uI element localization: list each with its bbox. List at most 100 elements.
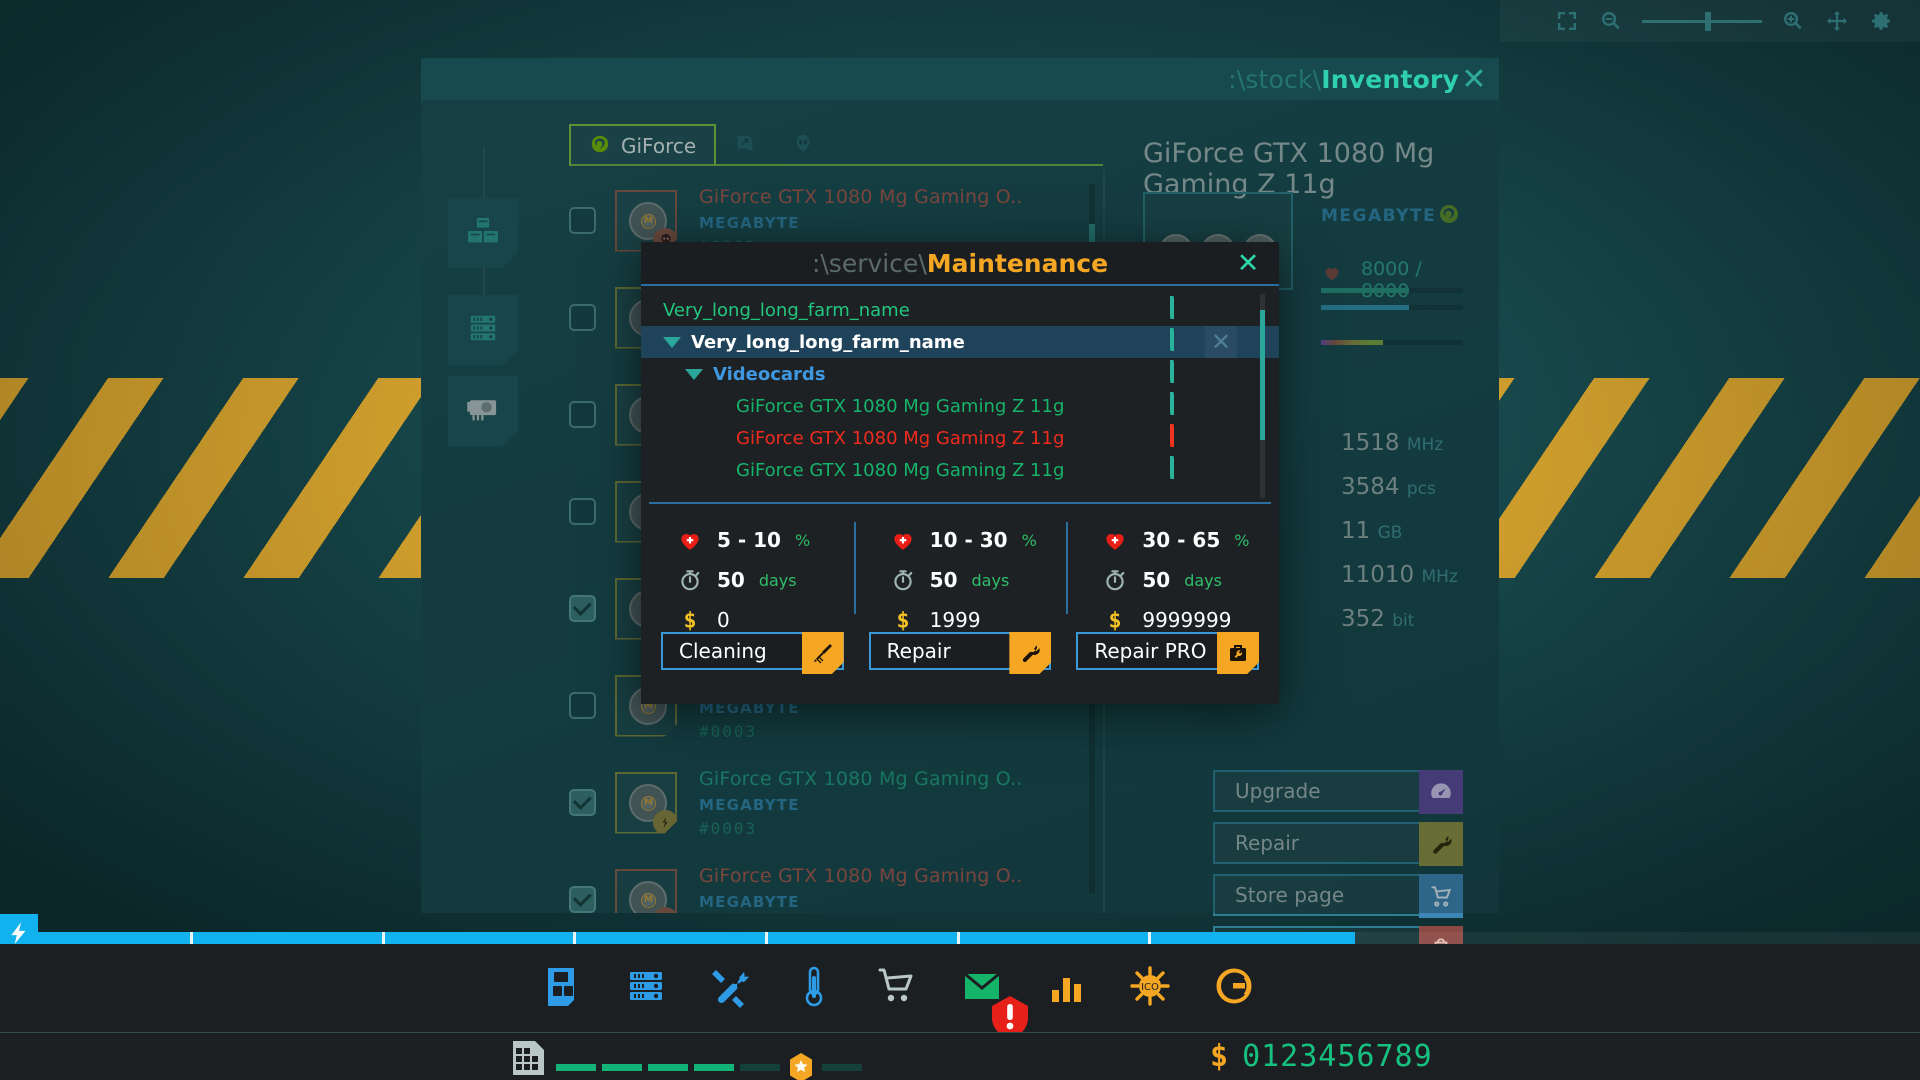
tree-row-checkbox[interactable] bbox=[1170, 426, 1193, 449]
health-restore-value: 30 - 65 bbox=[1142, 528, 1220, 552]
cleaning-button[interactable]: Cleaning bbox=[661, 632, 844, 670]
price-value: 1999 bbox=[930, 608, 981, 632]
maintenance-title-name: Maintenance bbox=[927, 249, 1108, 278]
progress-pip bbox=[694, 1064, 734, 1071]
health-restore-row: 30 - 65 % bbox=[1102, 520, 1279, 560]
zoom-slider-track bbox=[1642, 20, 1762, 23]
repair-button[interactable]: Repair bbox=[869, 632, 1052, 670]
health-restore-unit: % bbox=[1022, 531, 1037, 550]
maintenance-close-button[interactable]: ✕ bbox=[1231, 246, 1265, 280]
dollar-icon: $ bbox=[677, 607, 703, 633]
tree-row-delete-button[interactable]: ✕ bbox=[1205, 326, 1237, 358]
calendar-icon[interactable] bbox=[512, 1040, 546, 1076]
level-progress bbox=[556, 1053, 862, 1080]
tree-row-label: Videocards bbox=[703, 364, 826, 385]
alert-badge-icon bbox=[986, 992, 1008, 1016]
duration-value: 50 bbox=[1142, 568, 1170, 592]
heart-plus-icon bbox=[1102, 527, 1128, 553]
tools-icon bbox=[706, 962, 754, 1014]
energy-bar bbox=[0, 932, 1355, 944]
chevron-down-icon[interactable] bbox=[663, 337, 681, 348]
inventory-titlebar: :\stock\Inventory ✕ bbox=[421, 58, 1499, 100]
progress-pip bbox=[556, 1064, 596, 1071]
status-bar: $ 0123456789 bbox=[0, 1032, 1920, 1080]
taskbar-item-store[interactable] bbox=[856, 944, 940, 1032]
tree-scrollbar[interactable] bbox=[1260, 294, 1265, 498]
tree-row-checkbox[interactable] bbox=[1170, 362, 1193, 385]
price-value: 9999999 bbox=[1142, 608, 1231, 632]
maintenance-tree: Very_long_long_farm_name Very_long_long_… bbox=[641, 286, 1279, 502]
progress-pip bbox=[740, 1064, 780, 1071]
tree-row[interactable]: GiForce GTX 1080 Mg Gaming Z 11g bbox=[641, 422, 1279, 454]
duration-value: 50 bbox=[717, 568, 745, 592]
tree-row-checkbox[interactable] bbox=[1170, 458, 1193, 481]
progress-pip bbox=[822, 1064, 862, 1071]
tree-row[interactable]: Very_long_long_farm_name bbox=[641, 294, 1279, 326]
maintenance-dialog: :\service\Maintenance ✕ Very_long_long_f… bbox=[641, 242, 1279, 704]
tree-row-label: GiForce GTX 1080 Mg Gaming Z 11g bbox=[641, 460, 1064, 481]
inventory-icon bbox=[538, 962, 586, 1014]
heart-plus-icon bbox=[677, 527, 703, 553]
broom-icon bbox=[802, 632, 844, 674]
inventory-title-path: :\stock\ bbox=[1228, 65, 1321, 94]
tree-row-checkbox[interactable] bbox=[1170, 394, 1193, 417]
dollar-icon: $ bbox=[890, 607, 916, 633]
inventory-close-button[interactable]: ✕ bbox=[1457, 63, 1491, 97]
fullscreen-icon[interactable] bbox=[1554, 8, 1580, 34]
health-restore-row: 5 - 10 % bbox=[677, 520, 854, 560]
tree-row-checkbox[interactable] bbox=[1170, 330, 1193, 353]
health-restore-value: 5 - 10 bbox=[717, 528, 781, 552]
tree-scrollbar-thumb[interactable] bbox=[1260, 310, 1265, 440]
currency-symbol: $ bbox=[1210, 1039, 1228, 1074]
option-column-cleaning: 5 - 10 % 50 days $ 0 bbox=[641, 520, 854, 628]
taskbar-item-stats[interactable] bbox=[1024, 944, 1108, 1032]
duration-row: 50 days bbox=[1102, 560, 1279, 600]
taskbar-item-mail[interactable] bbox=[940, 944, 1024, 1032]
settings-icon[interactable] bbox=[1868, 8, 1894, 34]
duration-value: 50 bbox=[930, 568, 958, 592]
tree-row-label: GiForce GTX 1080 Mg Gaming Z 11g bbox=[641, 396, 1064, 417]
maintenance-title: :\service\Maintenance bbox=[812, 249, 1108, 278]
energy-tick bbox=[1148, 932, 1151, 944]
heart-plus-icon bbox=[890, 527, 916, 553]
zoom-slider-knob[interactable] bbox=[1705, 12, 1711, 31]
taskbar: ICO bbox=[0, 944, 1920, 1032]
taskbar-item-inventory[interactable] bbox=[520, 944, 604, 1032]
energy-tick bbox=[957, 932, 960, 944]
duration-unit: days bbox=[1184, 571, 1222, 590]
svg-text:$: $ bbox=[1109, 609, 1122, 633]
taskbar-item-tools[interactable] bbox=[688, 944, 772, 1032]
view-toolbar bbox=[1500, 0, 1920, 42]
stopwatch-icon bbox=[1102, 567, 1128, 593]
maintenance-action-buttons: Cleaning Repair Repair PRO bbox=[641, 628, 1279, 670]
tree-row[interactable]: Very_long_long_farm_name ✕ bbox=[641, 326, 1279, 358]
toolbox-icon bbox=[1217, 632, 1259, 674]
svg-text:$: $ bbox=[683, 609, 696, 633]
zoom-in-icon[interactable] bbox=[1780, 8, 1806, 34]
zoom-out-icon[interactable] bbox=[1598, 8, 1624, 34]
repair-button-label: Repair bbox=[887, 639, 951, 663]
taskbar-item-ico[interactable]: ICO bbox=[1108, 944, 1192, 1032]
taskbar-item-coin[interactable] bbox=[1192, 944, 1276, 1032]
duration-row: 50 days bbox=[677, 560, 854, 600]
svg-text:$: $ bbox=[896, 609, 909, 633]
taskbar-item-temperature[interactable] bbox=[772, 944, 856, 1032]
health-restore-value: 10 - 30 bbox=[930, 528, 1008, 552]
energy-tick bbox=[382, 932, 385, 944]
tree-row-checkbox[interactable] bbox=[1170, 298, 1193, 321]
zoom-slider[interactable] bbox=[1642, 10, 1762, 32]
tree-row[interactable]: GiForce GTX 1080 Mg Gaming Z 11g bbox=[641, 390, 1279, 422]
progress-pip bbox=[602, 1064, 642, 1071]
repair-pro-button[interactable]: Repair PRO bbox=[1076, 632, 1259, 670]
option-column-repair-pro: 30 - 65 % 50 days $ 9999999 bbox=[1066, 520, 1279, 628]
duration-row: 50 days bbox=[890, 560, 1067, 600]
stopwatch-icon bbox=[890, 567, 916, 593]
tree-row[interactable]: Videocards bbox=[641, 358, 1279, 390]
taskbar-item-racks[interactable] bbox=[604, 944, 688, 1032]
tree-row[interactable]: GiForce GTX 1080 Mg Gaming Z 11g bbox=[641, 454, 1279, 486]
dollar-icon: $ bbox=[1102, 607, 1128, 633]
money-display: $ 0123456789 bbox=[1210, 1039, 1433, 1074]
chevron-down-icon[interactable] bbox=[685, 369, 703, 380]
move-icon[interactable] bbox=[1824, 8, 1850, 34]
taskbar-icons: ICO bbox=[520, 944, 1276, 1032]
